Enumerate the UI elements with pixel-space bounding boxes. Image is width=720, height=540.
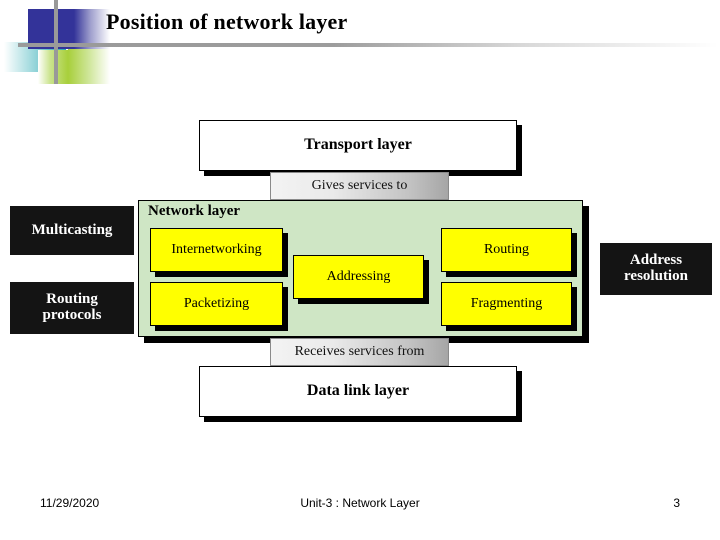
footer-subject: Unit-3 : Network Layer — [300, 496, 420, 510]
slide-canvas: Position of network layer Transport laye… — [0, 0, 720, 540]
function-label: Packetizing — [183, 295, 250, 311]
side-box-routing-protocols: Routing protocols — [10, 282, 134, 334]
footer-page-number: 3 — [673, 496, 680, 510]
transport-layer-label: Transport layer — [304, 136, 412, 154]
function-label: Internetworking — [171, 241, 262, 257]
transport-layer-box: Transport layer — [199, 120, 517, 171]
side-box-line1: Multicasting — [31, 221, 113, 238]
receives-services-from-label: Receives services from — [294, 343, 425, 359]
decoration-green-square-left — [38, 50, 68, 84]
network-layer-label: Network layer — [148, 203, 241, 219]
gives-services-to-label: Gives services to — [311, 177, 408, 193]
decoration-vertical-rule — [54, 0, 58, 84]
function-label: Fragmenting — [470, 295, 543, 311]
side-box-line2: resolution — [624, 268, 688, 284]
side-box-address-resolution: Address resolution — [600, 243, 712, 295]
function-box-internetworking: Internetworking — [150, 228, 283, 272]
data-link-layer-box: Data link layer — [199, 366, 517, 417]
function-box-routing: Routing — [441, 228, 572, 272]
side-box-line1: Address — [629, 252, 683, 269]
page-title: Position of network layer — [106, 9, 348, 34]
function-label: Routing — [483, 241, 530, 257]
receives-services-from-connector: Receives services from — [270, 338, 449, 366]
function-box-packetizing: Packetizing — [150, 282, 283, 326]
data-link-layer-label: Data link layer — [306, 382, 410, 400]
function-box-addressing: Addressing — [293, 255, 424, 299]
decoration-horizontal-rule — [18, 43, 718, 47]
function-label: Addressing — [326, 268, 391, 284]
gives-services-to-connector: Gives services to — [270, 172, 449, 200]
side-box-line2: protocols — [42, 307, 102, 323]
side-box-line1: Routing — [46, 291, 98, 308]
side-box-multicasting: Multicasting — [10, 206, 134, 255]
function-box-fragmenting: Fragmenting — [441, 282, 572, 326]
